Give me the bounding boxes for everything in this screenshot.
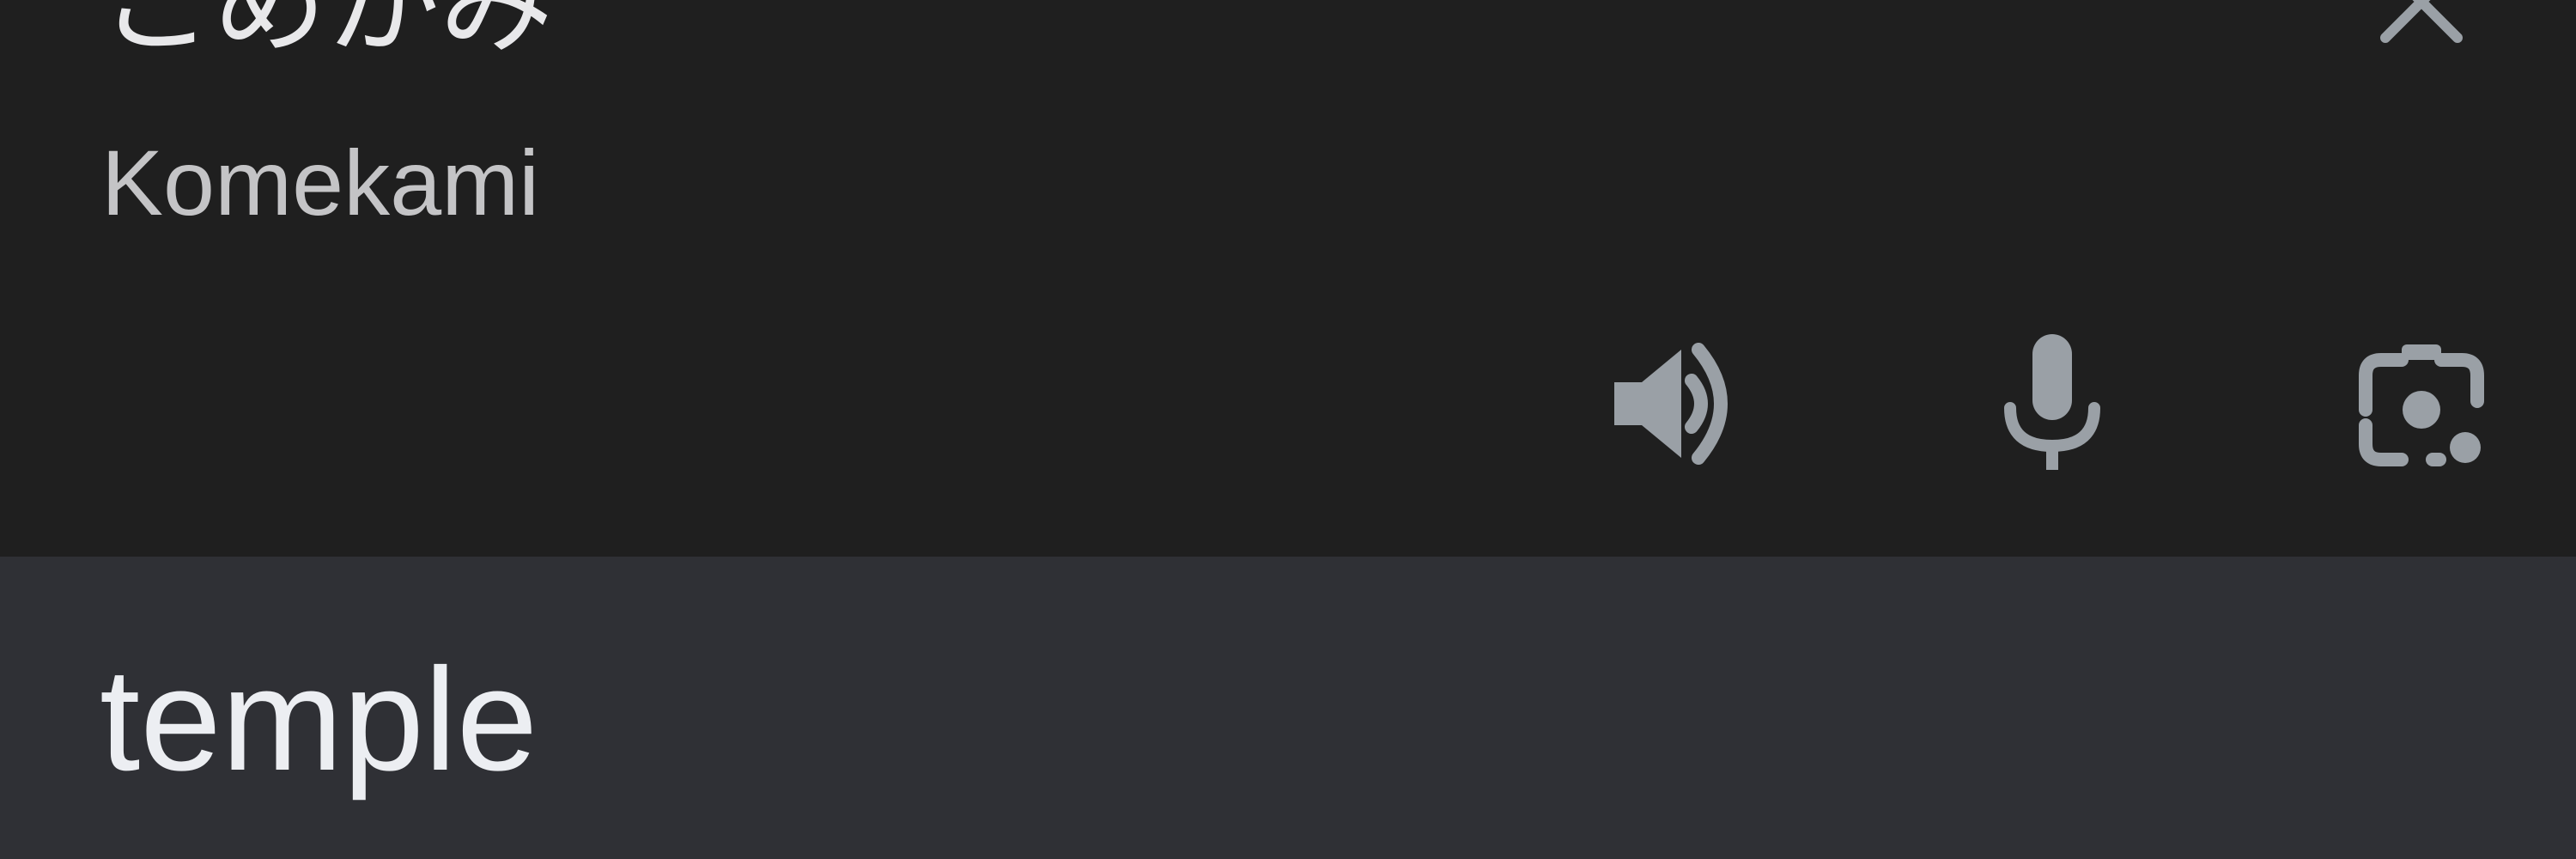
camera-lens-icon <box>2359 344 2484 466</box>
speaker-icon <box>1614 343 1728 465</box>
microphone-icon <box>2004 334 2100 470</box>
close-icon <box>2380 0 2463 43</box>
close-button[interactable] <box>2370 0 2473 52</box>
translation-text[interactable]: temple <box>100 634 538 806</box>
microphone-button[interactable] <box>1979 331 2125 477</box>
target-panel: temple <box>0 557 2576 859</box>
speaker-button[interactable] <box>1606 331 1752 477</box>
camera-lens-button[interactable] <box>2348 331 2494 477</box>
source-text[interactable]: こめかみ <box>100 0 553 69</box>
romanization-text: Komekami <box>101 131 540 235</box>
source-panel: こめかみ Komekami <box>0 0 2576 557</box>
